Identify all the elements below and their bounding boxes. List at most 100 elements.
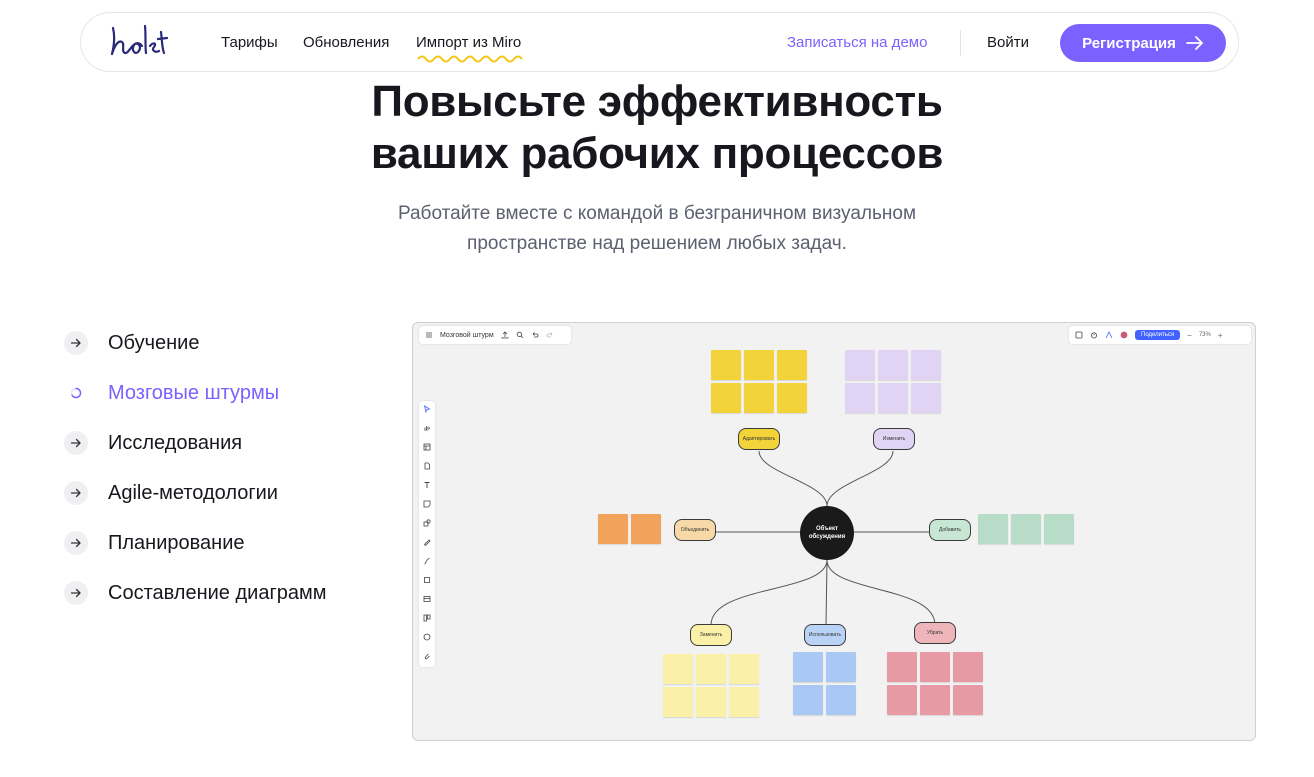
kanban-icon[interactable] bbox=[423, 614, 431, 622]
use-case-menu: Обучение Мозговые штурмы Исследования Ag… bbox=[64, 318, 327, 618]
menu-item-label: Обучение bbox=[108, 331, 200, 354]
menu-item-label: Agile-методологии bbox=[108, 481, 278, 504]
zoom-level: 73% bbox=[1198, 332, 1211, 338]
frame-icon[interactable] bbox=[1075, 331, 1083, 339]
nav-link-pricing[interactable]: Тарифы bbox=[221, 34, 278, 51]
sticky-note[interactable] bbox=[663, 687, 693, 717]
holst-logo[interactable] bbox=[109, 22, 193, 62]
whiteboard-preview: Мозговой штурм Поделиться − 73% + Адапти… bbox=[412, 322, 1256, 741]
branch-node-remove[interactable]: Убрать bbox=[914, 622, 956, 644]
sticky-note[interactable] bbox=[920, 685, 950, 715]
progress-ring-icon bbox=[64, 381, 88, 405]
hero-subtitle: Работайте вместе с командой в безграничн… bbox=[0, 199, 1314, 259]
arrow-right-icon bbox=[64, 331, 88, 355]
sticky-note[interactable] bbox=[878, 350, 908, 380]
board-top-left-toolbar: Мозговой штурм bbox=[419, 326, 571, 344]
template-icon[interactable] bbox=[423, 443, 431, 451]
board-title[interactable]: Мозговой штурм bbox=[440, 332, 494, 339]
branch-node-add[interactable]: Добавить bbox=[929, 519, 971, 541]
sticky-note[interactable] bbox=[777, 383, 807, 413]
sticky-note[interactable] bbox=[911, 383, 941, 413]
branch-node-use[interactable]: Использовать bbox=[804, 624, 846, 646]
sticky-note[interactable] bbox=[845, 383, 875, 413]
frame-tool-icon[interactable] bbox=[423, 576, 431, 584]
arrow-right-icon bbox=[64, 481, 88, 505]
book-demo-link[interactable]: Записаться на демо bbox=[787, 34, 927, 51]
mindmap-center-node[interactable]: Объект обсуждения bbox=[800, 506, 854, 560]
sticky-note[interactable] bbox=[696, 654, 726, 684]
menu-item-diagramming[interactable]: Составление диаграмм bbox=[64, 568, 327, 618]
register-button[interactable]: Регистрация bbox=[1060, 24, 1226, 62]
sticky-note[interactable] bbox=[1044, 514, 1074, 544]
attachment-icon[interactable] bbox=[423, 652, 431, 660]
table-icon[interactable] bbox=[423, 595, 431, 603]
sticky-note-icon[interactable] bbox=[423, 500, 431, 508]
search-icon[interactable] bbox=[516, 331, 524, 339]
menu-item-research[interactable]: Исследования bbox=[64, 418, 327, 468]
sticky-note[interactable] bbox=[793, 685, 823, 715]
hero-title-line1: Повысьте эффективность bbox=[371, 77, 943, 126]
sticky-note[interactable] bbox=[911, 350, 941, 380]
hero-title: Повысьте эффективность ваших рабочих про… bbox=[0, 76, 1314, 180]
sticky-note[interactable] bbox=[978, 514, 1008, 544]
branch-node-replace[interactable]: Заменить bbox=[690, 624, 732, 646]
document-icon[interactable] bbox=[423, 462, 431, 470]
sticky-note[interactable] bbox=[696, 687, 726, 717]
menu-item-agile[interactable]: Agile-методологии bbox=[64, 468, 327, 518]
shapes-icon[interactable] bbox=[423, 519, 431, 527]
sticky-note[interactable] bbox=[631, 514, 661, 544]
text-icon[interactable] bbox=[423, 481, 431, 489]
reactions-icon[interactable] bbox=[1105, 331, 1113, 339]
arrow-right-icon bbox=[64, 431, 88, 455]
sticky-note[interactable] bbox=[663, 654, 693, 684]
hero-subtitle-line1: Работайте вместе с командой в безграничн… bbox=[397, 203, 917, 224]
sticky-note[interactable] bbox=[887, 652, 917, 682]
squiggle-underline-icon bbox=[417, 55, 523, 63]
board-tools-rail bbox=[419, 401, 435, 667]
sticky-note[interactable] bbox=[878, 383, 908, 413]
arrow-right-icon bbox=[64, 581, 88, 605]
sticky-note[interactable] bbox=[711, 383, 741, 413]
sticky-note[interactable] bbox=[826, 652, 856, 682]
sticky-note[interactable] bbox=[826, 685, 856, 715]
hero-title-line2: ваших рабочих процессов bbox=[370, 129, 944, 178]
sticky-note[interactable] bbox=[729, 687, 759, 717]
avatar[interactable] bbox=[1120, 331, 1128, 339]
undo-icon[interactable] bbox=[531, 331, 539, 339]
select-cursor-icon[interactable] bbox=[423, 405, 431, 413]
sticky-note[interactable] bbox=[598, 514, 628, 544]
nav-link-miro-import[interactable]: Импорт из Miro bbox=[416, 34, 521, 51]
login-link[interactable]: Войти bbox=[987, 34, 1029, 51]
branch-node-adapt[interactable]: Адаптировать bbox=[738, 428, 780, 450]
menu-item-learning[interactable]: Обучение bbox=[64, 318, 327, 368]
sticky-note[interactable] bbox=[777, 350, 807, 380]
sticky-note[interactable] bbox=[793, 652, 823, 682]
sticky-note[interactable] bbox=[729, 654, 759, 684]
share-button[interactable]: Поделиться bbox=[1135, 330, 1181, 340]
sticky-note[interactable] bbox=[711, 350, 741, 380]
hand-icon[interactable] bbox=[423, 424, 431, 432]
sticky-note[interactable] bbox=[744, 350, 774, 380]
sticky-note[interactable] bbox=[953, 685, 983, 715]
sticky-note[interactable] bbox=[744, 383, 774, 413]
menu-item-planning[interactable]: Планирование bbox=[64, 518, 327, 568]
branch-node-modify[interactable]: Изменить bbox=[873, 428, 915, 450]
pen-icon[interactable] bbox=[423, 538, 431, 546]
redo-icon[interactable] bbox=[546, 331, 554, 339]
sticky-note[interactable] bbox=[887, 685, 917, 715]
timer-icon[interactable] bbox=[1090, 331, 1098, 339]
top-navigation: Тарифы Обновления Импорт из Miro Записат… bbox=[80, 12, 1239, 72]
upload-icon[interactable] bbox=[501, 331, 509, 339]
menu-icon[interactable] bbox=[425, 331, 433, 339]
branch-node-combine[interactable]: Объединить bbox=[674, 519, 716, 541]
sticky-note[interactable] bbox=[953, 652, 983, 682]
zoom-in-icon[interactable]: + bbox=[1218, 331, 1223, 340]
menu-item-brainstorming[interactable]: Мозговые штурмы bbox=[64, 368, 327, 418]
emoji-icon[interactable] bbox=[423, 633, 431, 641]
nav-link-updates[interactable]: Обновления bbox=[303, 34, 389, 51]
connector-icon[interactable] bbox=[423, 557, 431, 565]
sticky-note[interactable] bbox=[1011, 514, 1041, 544]
sticky-note[interactable] bbox=[845, 350, 875, 380]
zoom-out-icon[interactable]: − bbox=[1187, 331, 1192, 340]
sticky-note[interactable] bbox=[920, 652, 950, 682]
